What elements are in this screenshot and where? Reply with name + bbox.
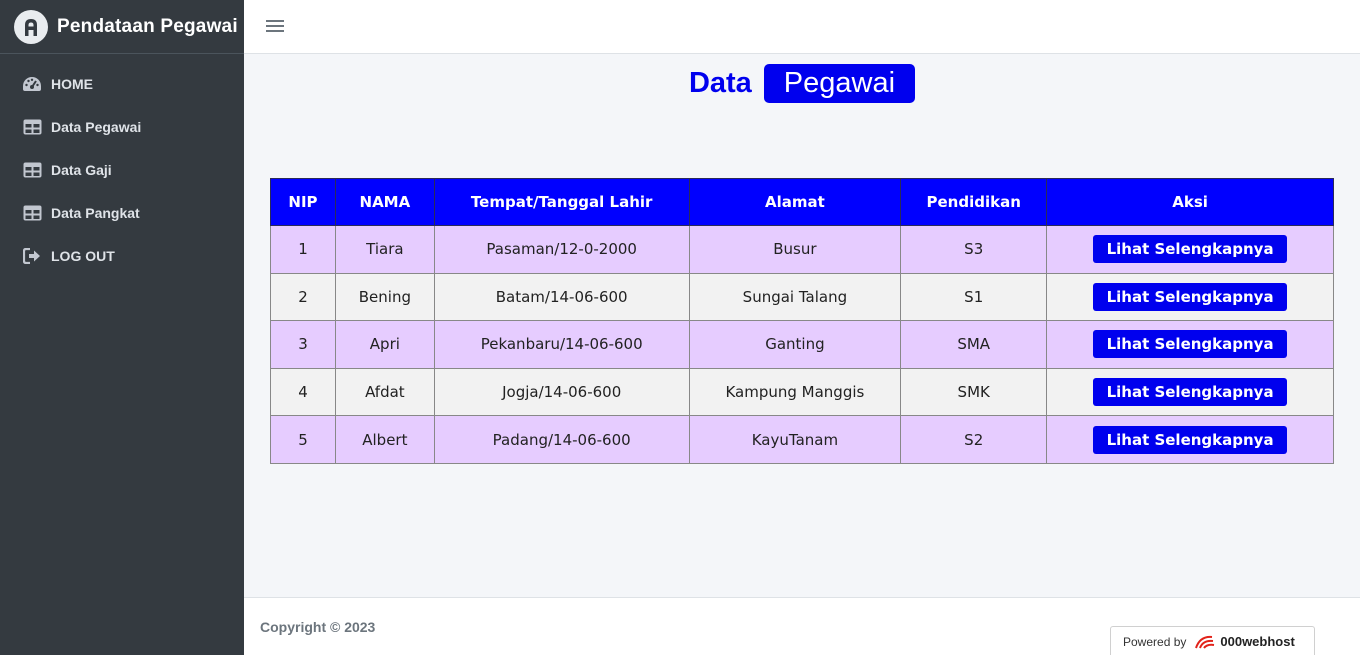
column-header-alamat: Alamat — [688, 178, 902, 226]
main-content: Data Pegawai NIP NAMA Tempat/Tanggal Lah… — [244, 54, 1360, 597]
cell-alamat: KayuTanam — [688, 415, 902, 464]
cell-nama: Tiara — [334, 225, 435, 274]
sidebar-nav: HOME Data Pegawai Data Gaji Data Pangkat… — [0, 54, 244, 277]
cell-aksi: Lihat Selengkapnya — [1046, 415, 1334, 464]
table-row: 2 Bening Batam/14-06-600 Sungai Talang S… — [270, 272, 1334, 322]
table-icon — [22, 160, 42, 180]
column-header-pendidikan: Pendidikan — [900, 178, 1048, 226]
powered-by-badge[interactable]: Powered by 000webhost — [1110, 626, 1315, 655]
cell-nip: 1 — [270, 225, 336, 274]
cell-nip: 4 — [270, 367, 336, 417]
column-header-nip: NIP — [270, 178, 336, 226]
lihat-selengkapnya-button[interactable]: Lihat Selengkapnya — [1093, 235, 1288, 264]
cell-pendidikan: SMA — [900, 320, 1048, 369]
dashboard-icon — [22, 74, 42, 94]
cell-pendidikan: S1 — [900, 272, 1048, 322]
cell-nama: Albert — [334, 415, 435, 464]
sidebar-item-label: Data Pangkat — [51, 204, 140, 221]
sidebar-item-label: Data Pegawai — [51, 118, 142, 135]
column-header-ttl: Tempat/Tanggal Lahir — [433, 178, 690, 226]
webhost-logo-icon — [1194, 634, 1216, 650]
cell-nip: 3 — [270, 320, 336, 369]
cell-aksi: Lihat Selengkapnya — [1046, 320, 1334, 369]
cell-nama: Bening — [334, 272, 435, 322]
lihat-selengkapnya-button[interactable]: Lihat Selengkapnya — [1093, 282, 1288, 311]
powered-by-brand: 000webhost — [1220, 634, 1295, 649]
cell-pendidikan: SMK — [900, 367, 1048, 417]
table-row: 3 Apri Pekanbaru/14-06-600 Ganting SMA L… — [270, 320, 1334, 369]
cell-aksi: Lihat Selengkapnya — [1046, 272, 1334, 322]
table-row: 1 Tiara Pasaman/12-0-2000 Busur S3 Lihat… — [270, 225, 1334, 274]
cell-aksi: Lihat Selengkapnya — [1046, 367, 1334, 417]
brand-link[interactable]: Pendataan Pegawai — [0, 0, 244, 54]
cell-ttl: Pasaman/12-0-2000 — [433, 225, 690, 274]
sidebar-item-data-pangkat[interactable]: Data Pangkat — [0, 191, 244, 234]
table-row: 5 Albert Padang/14-06-600 KayuTanam S2 L… — [270, 415, 1334, 464]
cell-nama: Afdat — [334, 367, 435, 417]
brand-logo-icon — [14, 9, 48, 44]
powered-by-label: Powered by — [1123, 634, 1187, 649]
sidebar-item-home[interactable]: HOME — [0, 62, 244, 105]
cell-ttl: Padang/14-06-600 — [433, 415, 690, 464]
cell-ttl: Pekanbaru/14-06-600 — [433, 320, 690, 369]
cell-pendidikan: S3 — [900, 225, 1048, 274]
top-navbar — [244, 0, 1360, 54]
page-title-badge: Pegawai — [763, 64, 916, 103]
sidebar-item-data-pegawai[interactable]: Data Pegawai — [0, 105, 244, 148]
logout-icon — [22, 246, 42, 266]
column-header-aksi: Aksi — [1046, 178, 1334, 226]
cell-nama: Apri — [334, 320, 435, 369]
cell-nip: 2 — [270, 272, 336, 322]
sidebar: Pendataan Pegawai HOME Data Pegawai Data… — [0, 0, 244, 655]
cell-alamat: Ganting — [688, 320, 902, 369]
sidebar-item-label: HOME — [51, 75, 93, 92]
table-header-row: NIP NAMA Tempat/Tanggal Lahir Alamat Pen… — [270, 178, 1334, 226]
column-header-nama: NAMA — [334, 178, 435, 226]
page-title-word: Data — [688, 67, 752, 99]
cell-nip: 5 — [270, 415, 336, 464]
table-icon — [22, 117, 42, 137]
cell-ttl: Jogja/14-06-600 — [433, 367, 690, 417]
cell-alamat: Busur — [688, 225, 902, 274]
sidebar-item-label: Data Gaji — [51, 161, 112, 178]
cell-alamat: Sungai Talang — [688, 272, 902, 322]
cell-ttl: Batam/14-06-600 — [433, 272, 690, 322]
cell-pendidikan: S2 — [900, 415, 1048, 464]
copyright-text: Copyright © 2023 — [260, 619, 376, 635]
pegawai-table: NIP NAMA Tempat/Tanggal Lahir Alamat Pen… — [270, 178, 1334, 464]
cell-aksi: Lihat Selengkapnya — [1046, 225, 1334, 274]
sidebar-item-logout[interactable]: LOG OUT — [0, 234, 244, 277]
brand-title: Pendataan Pegawai — [57, 15, 238, 37]
table-icon — [22, 203, 42, 223]
hamburger-icon[interactable] — [266, 17, 284, 35]
lihat-selengkapnya-button[interactable]: Lihat Selengkapnya — [1093, 425, 1288, 454]
table-row: 4 Afdat Jogja/14-06-600 Kampung Manggis … — [270, 367, 1334, 417]
sidebar-item-label: LOG OUT — [51, 247, 115, 264]
lihat-selengkapnya-button[interactable]: Lihat Selengkapnya — [1093, 330, 1288, 359]
sidebar-item-data-gaji[interactable]: Data Gaji — [0, 148, 244, 191]
footer: Copyright © 2023 Powered by 000webhost — [244, 597, 1360, 655]
cell-alamat: Kampung Manggis — [688, 367, 902, 417]
page-title: Data Pegawai — [244, 64, 1360, 103]
lihat-selengkapnya-button[interactable]: Lihat Selengkapnya — [1093, 378, 1288, 407]
